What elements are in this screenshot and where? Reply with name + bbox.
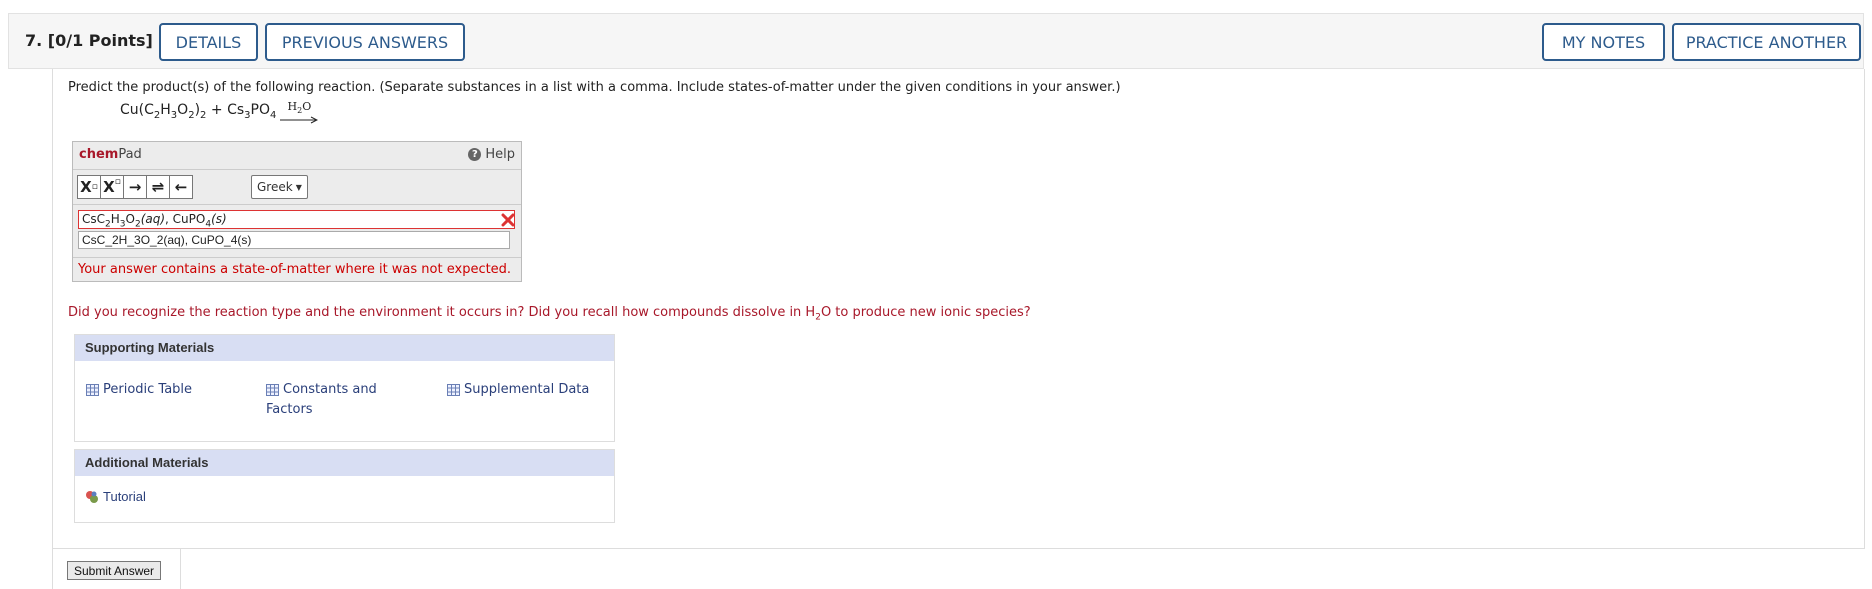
submit-answer-button[interactable]: Submit Answer	[67, 561, 162, 580]
arrow-left-button[interactable]: ←	[169, 175, 193, 199]
chempad-widget: chemPad ? Help X ▫ X ▫ → ⇌ ← Greek ▼ CsC2H…	[72, 141, 522, 282]
question-number: 7.	[25, 31, 43, 50]
table-icon	[266, 384, 279, 396]
periodic-table-link[interactable]: Periodic Table	[86, 380, 192, 400]
constants-and-factors-link[interactable]: Constants and Factors	[266, 380, 396, 420]
question-number-points: 7. [0/1 Points]	[25, 31, 153, 50]
details-button[interactable]: DETAILS	[159, 23, 258, 61]
greek-dropdown[interactable]: Greek ▼	[251, 175, 308, 199]
reaction-arrow: H2O	[280, 100, 319, 124]
reactant-copper-acetate: Cu(C2H3O2)2	[120, 102, 207, 121]
supporting-materials-title: Supporting Materials	[75, 335, 614, 361]
chempad-format-buttons: X ▫ X ▫ → ⇌ ←	[77, 175, 193, 199]
equilibrium-arrow-button[interactable]: ⇌	[146, 175, 170, 199]
chempad-input-area: CsC2H3O2(aq), CuPO4(s) CsC_2H_3O_2(aq), …	[73, 205, 521, 257]
supporting-materials-panel: Supporting Materials Periodic Table Cons…	[74, 334, 615, 442]
supplemental-data-link[interactable]: Supplemental Data	[447, 380, 589, 400]
my-notes-button[interactable]: MY NOTES	[1542, 23, 1665, 61]
plus-sign: +	[206, 102, 228, 118]
additional-materials-title: Additional Materials	[75, 450, 614, 476]
chempad-title: chemPad	[79, 147, 142, 162]
table-icon	[86, 384, 99, 396]
previous-answers-button[interactable]: PREVIOUS ANSWERS	[265, 23, 465, 61]
additional-materials-panel: Additional Materials Tutorial	[74, 449, 615, 523]
question-points: [0/1 Points]	[47, 31, 153, 50]
question-prompt: Predict the product(s) of the following …	[68, 80, 1121, 95]
chempad-raw-answer: CsC_2H_3O_2(aq), CuPO_4(s)	[78, 231, 510, 249]
chempad-toolbar: X ▫ X ▫ → ⇌ ← Greek ▼	[73, 170, 521, 205]
chempad-titlebar: chemPad ? Help	[73, 142, 521, 170]
answer-feedback: Did you recognize the reaction type and …	[68, 305, 1031, 323]
arrow-right-button[interactable]: →	[123, 175, 147, 199]
tutorial-link[interactable]: Tutorial	[85, 487, 146, 507]
reaction-condition: H2O	[287, 100, 312, 116]
incorrect-x-icon[interactable]	[501, 213, 515, 227]
help-icon: ?	[468, 148, 482, 161]
chempad-error-message: Your answer contains a state-of-matter w…	[73, 257, 521, 281]
arrow-right-icon	[280, 116, 319, 124]
practice-another-button[interactable]: PRACTICE ANOTHER	[1672, 23, 1861, 61]
superscript-button[interactable]: X ▫	[100, 175, 124, 199]
table-icon	[447, 384, 460, 396]
question-header: 7. [0/1 Points] DETAILS PREVIOUS ANSWERS…	[8, 13, 1864, 69]
caret-down-icon: ▼	[295, 182, 302, 192]
reaction-equation: Cu(C2H3O2)2 + Cs3PO4 H2O	[120, 100, 319, 128]
tutorial-icon	[86, 491, 98, 503]
chempad-answer-input[interactable]: CsC2H3O2(aq), CuPO4(s)	[78, 210, 515, 229]
subscript-button[interactable]: X ▫	[77, 175, 101, 199]
chempad-help-link[interactable]: ? Help	[468, 147, 515, 162]
reactant-cesium-phosphate: Cs3PO4	[227, 102, 277, 121]
